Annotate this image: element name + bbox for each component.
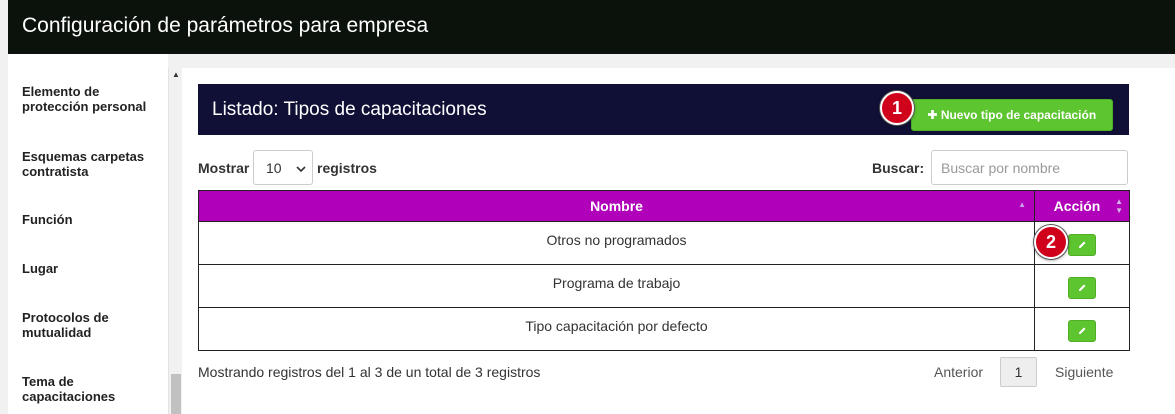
table-info: Mostrando registros del 1 al 3 de un tot… <box>198 364 541 380</box>
top-bar: Configuración de parámetros para empresa <box>8 0 1175 54</box>
row-action-cell <box>1034 307 1130 351</box>
search-placeholder: Buscar por nombre <box>941 159 1061 176</box>
table-row: Otros no programados <box>197 221 1130 265</box>
sidebar-item-epp[interactable]: Elemento de protección personal <box>22 84 162 114</box>
records-label: registros <box>317 160 377 176</box>
new-training-type-label: Nuevo tipo de capacitación <box>940 108 1097 122</box>
edit-button[interactable] <box>1068 320 1097 342</box>
show-label: Mostrar <box>198 160 250 176</box>
annotation-badge-1: 1 <box>880 91 914 125</box>
column-header-accion[interactable]: Acción ▲ ▼ <box>1034 190 1130 222</box>
table-header-row: Nombre ▲ Acción ▲ ▼ <box>197 190 1130 222</box>
edit-button[interactable] <box>1068 277 1097 299</box>
edit-button[interactable] <box>1068 234 1097 256</box>
annotation-badge-2: 2 <box>1034 225 1068 259</box>
pagination-previous[interactable]: Anterior <box>934 364 983 380</box>
column-header-nombre[interactable]: Nombre ▲ <box>197 190 1036 222</box>
scroll-up-arrow-icon[interactable]: ▲ <box>171 70 181 80</box>
row-name: Otros no programados <box>197 221 1036 265</box>
pagination-page-1[interactable]: 1 <box>1000 357 1037 387</box>
sidebar-item-tema[interactable]: Tema de capacitaciones <box>22 374 162 404</box>
chevron-down-icon <box>296 161 306 173</box>
pencil-icon <box>1077 237 1087 253</box>
training-types-table: Nombre ▲ Acción ▲ ▼ Otros no programados … <box>197 190 1130 351</box>
pencil-icon <box>1077 323 1087 339</box>
page-size-select[interactable]: 10 <box>253 150 313 185</box>
row-name: Programa de trabajo <box>197 264 1036 308</box>
sort-asc-icon: ▲ <box>1018 200 1027 209</box>
table-row: Programa de trabajo <box>197 264 1130 308</box>
table-row: Tipo capacitación por defecto <box>197 307 1130 351</box>
new-training-type-button[interactable]: Nuevo tipo de capacitación <box>911 99 1113 131</box>
sidebar: Elemento de protección personal Esquemas… <box>8 54 168 414</box>
page-title: Configuración de parámetros para empresa <box>22 14 429 37</box>
panel-title: Listado: Tipos de capacitaciones <box>212 99 487 120</box>
plus-icon <box>927 108 937 122</box>
sort-both-icon: ▲ ▼ <box>1115 197 1123 215</box>
search-input[interactable]: Buscar por nombre <box>931 150 1128 185</box>
page-size-value: 10 <box>266 159 282 176</box>
sidebar-scrollbar[interactable]: ▲ <box>168 68 182 414</box>
sidebar-item-protocolos[interactable]: Protocolos de mutualidad <box>22 310 162 340</box>
sidebar-item-esquemas[interactable]: Esquemas carpetas contratista <box>22 149 162 179</box>
scrollbar-thumb[interactable] <box>171 374 181 414</box>
search-label: Buscar: <box>872 160 925 176</box>
sidebar-item-lugar[interactable]: Lugar <box>22 261 162 276</box>
row-action-cell <box>1034 264 1130 308</box>
pencil-icon <box>1077 280 1087 296</box>
pagination-next[interactable]: Siguiente <box>1055 364 1113 380</box>
row-name: Tipo capacitación por defecto <box>197 307 1036 351</box>
sidebar-item-funcion[interactable]: Función <box>22 212 162 227</box>
